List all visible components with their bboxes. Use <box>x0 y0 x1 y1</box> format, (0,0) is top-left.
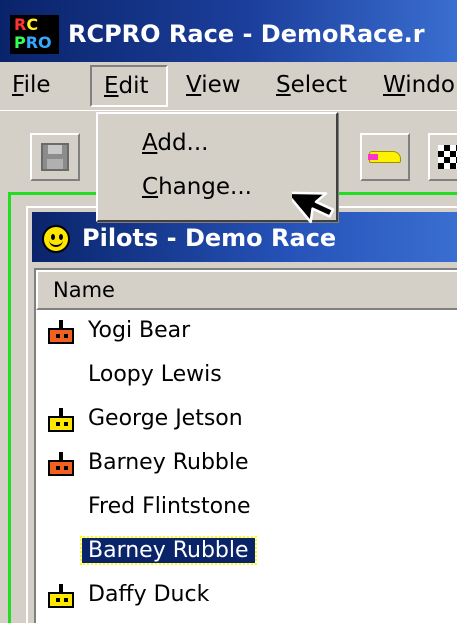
app-title: RCPRO Race - DemoRace.r <box>68 20 425 48</box>
radio-transmitter-yellow-icon <box>48 584 74 608</box>
list-item[interactable]: Barney Rubble <box>36 442 457 486</box>
radio-transmitter-yellow-icon <box>48 408 74 432</box>
menu-view[interactable]: View <box>186 72 241 98</box>
list-item[interactable]: Loopy Lewis <box>36 354 457 398</box>
column-header-name[interactable]: Name <box>36 270 457 310</box>
list-item[interactable]: Fred Flintstone <box>36 486 457 530</box>
list-item[interactable]: Daffy Duck <box>36 574 457 618</box>
floppy-disk-icon <box>41 143 69 171</box>
pilots-window: Pilots - Demo Race Name Yogi Bear Loopy … <box>26 206 457 623</box>
mouse-pointer-icon <box>292 191 335 224</box>
app-title-bar[interactable]: RC PRO RCPRO Race - DemoRace.r <box>0 0 457 62</box>
radio-transmitter-orange-icon <box>48 320 74 344</box>
race-car-button[interactable] <box>360 133 410 181</box>
list-item-selected[interactable]: Barney Rubble <box>36 530 457 574</box>
menu-edit[interactable]: Edit <box>90 65 168 107</box>
save-button[interactable] <box>30 133 80 181</box>
menu-window[interactable]: Windo <box>383 72 455 98</box>
app-logo-icon: RC PRO <box>10 15 59 54</box>
pilots-list[interactable]: Name Yogi Bear Loopy Lewis George Jetson… <box>34 268 457 623</box>
list-item[interactable]: George Jetson <box>36 398 457 442</box>
menu-item-change[interactable]: Change... <box>142 174 252 200</box>
list-item[interactable]: Yogi Bear <box>36 310 457 354</box>
menu-select[interactable]: Select <box>276 72 347 98</box>
radio-transmitter-orange-icon <box>48 452 74 476</box>
checkered-flag-icon <box>438 145 457 169</box>
menu-file[interactable]: File <box>12 72 51 98</box>
menu-bar: File Edit View Select Windo <box>0 62 457 110</box>
smiley-face-icon <box>42 225 70 253</box>
menu-item-add[interactable]: Add... <box>142 130 208 156</box>
race-car-icon <box>368 151 401 163</box>
checkered-flag-button[interactable] <box>428 133 457 181</box>
